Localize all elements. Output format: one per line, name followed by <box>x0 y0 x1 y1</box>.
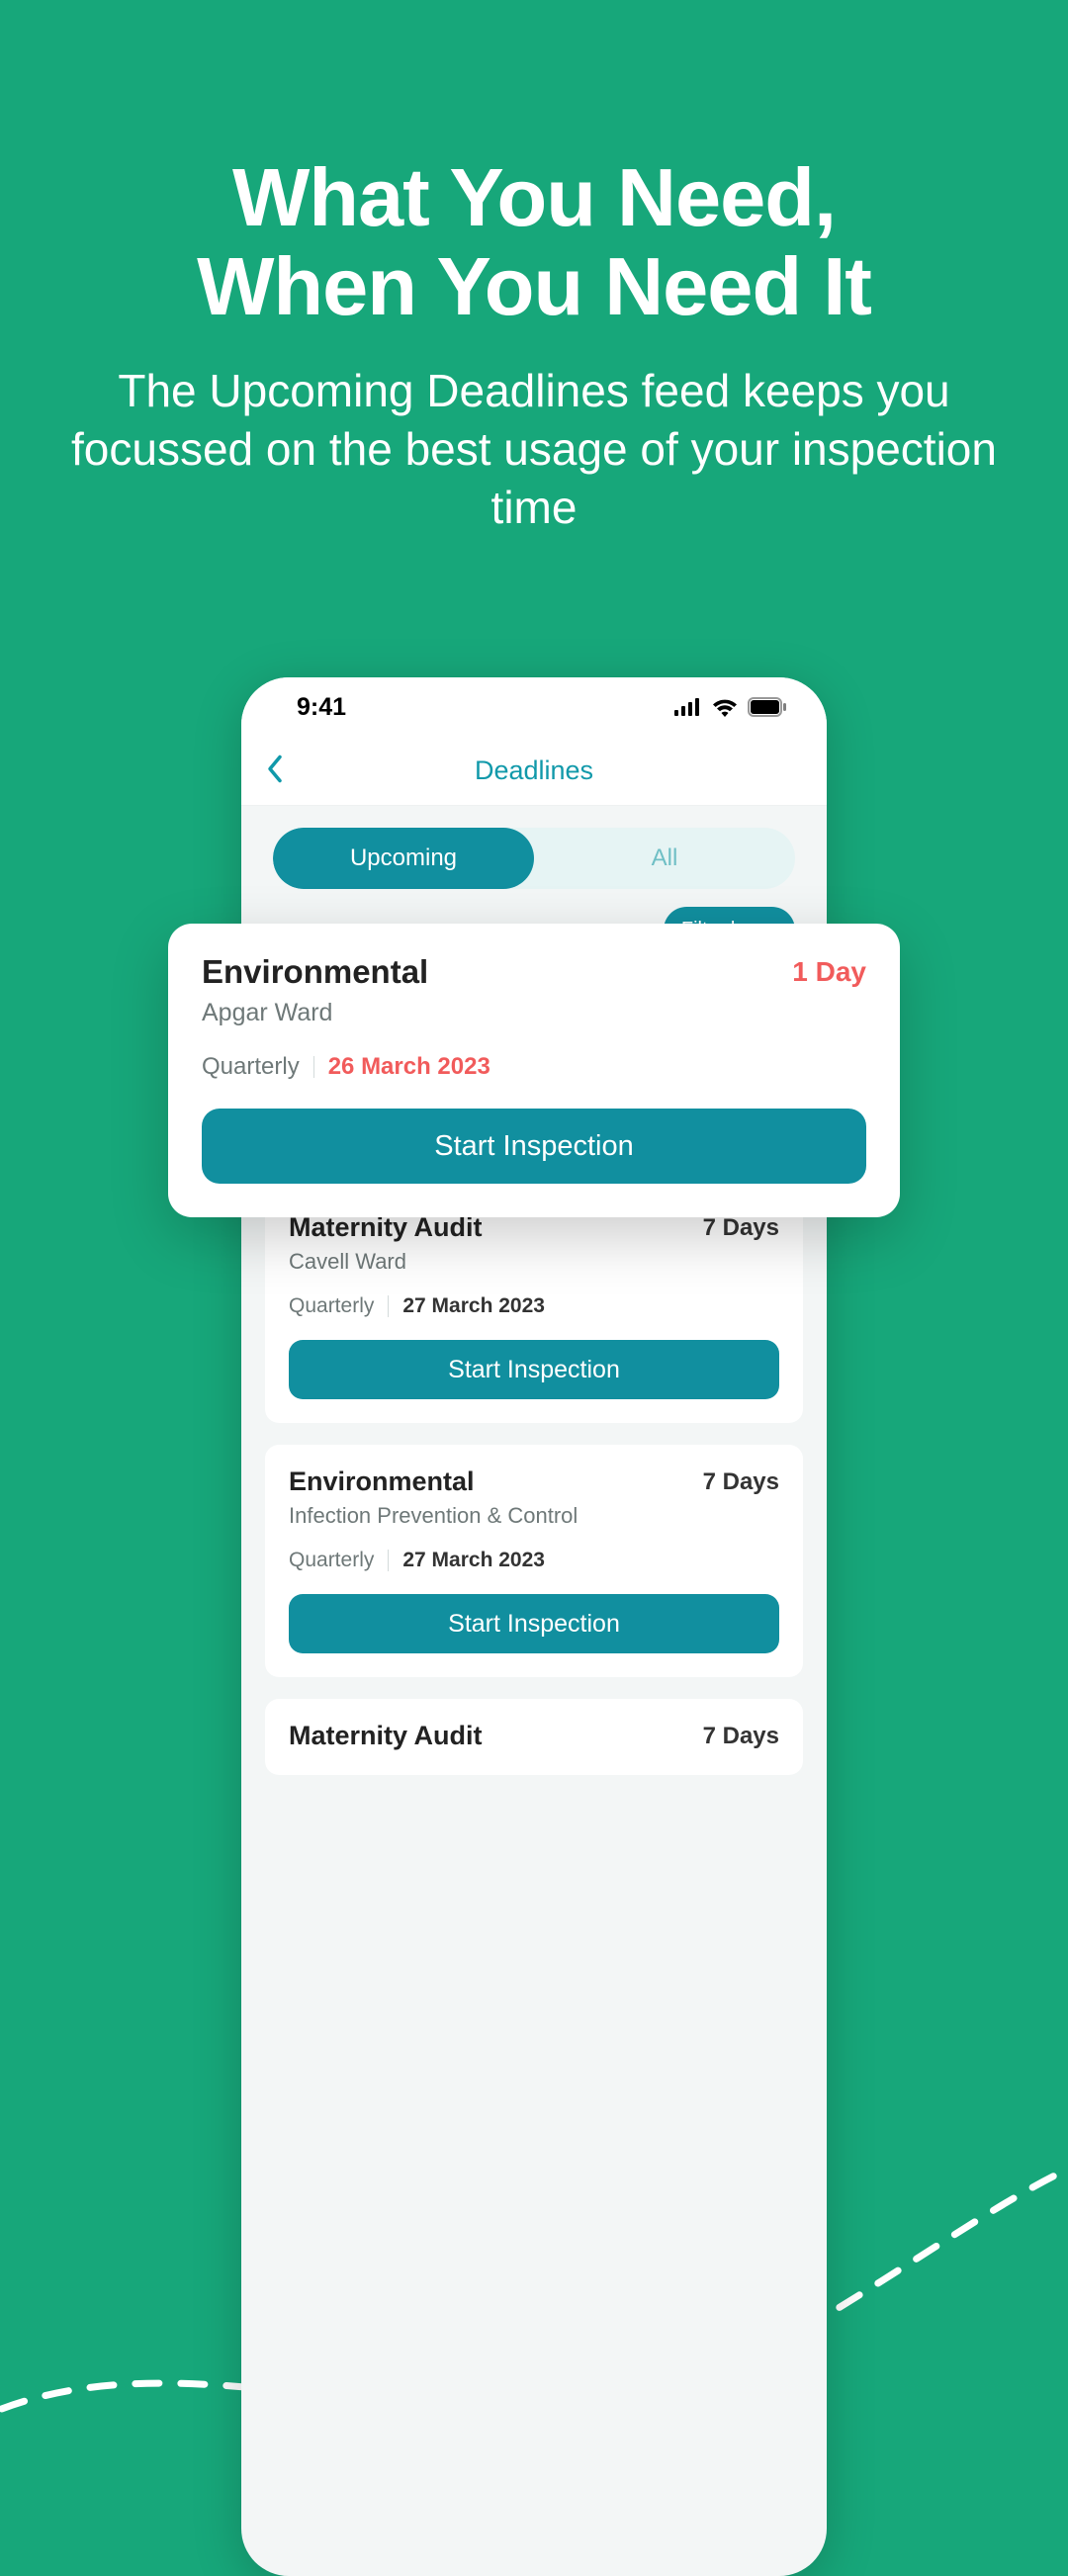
deadline-card-highlighted: Environmental 1 Day Apgar Ward Quarterly… <box>168 924 900 1217</box>
meta-divider <box>313 1056 314 1078</box>
start-inspection-button[interactable]: Start Inspection <box>289 1340 779 1399</box>
card-meta: Quarterly 26 March 2023 <box>202 1053 866 1081</box>
start-inspection-label: Start Inspection <box>448 1610 620 1639</box>
card-days-remaining: 7 Days <box>703 1723 779 1750</box>
start-inspection-label: Start Inspection <box>448 1356 620 1384</box>
chevron-left-icon <box>265 754 283 783</box>
deadline-card: Environmental 7 Days Infection Preventio… <box>265 1445 803 1677</box>
deadline-card: Maternity Audit 7 Days <box>265 1699 803 1775</box>
back-button[interactable] <box>265 754 283 788</box>
cellular-icon <box>674 698 702 716</box>
card-date: 27 March 2023 <box>402 1549 545 1572</box>
start-inspection-button[interactable]: Start Inspection <box>202 1109 866 1184</box>
card-subtitle: Infection Prevention & Control <box>289 1503 779 1529</box>
card-subtitle: Cavell Ward <box>289 1249 779 1275</box>
card-meta: Quarterly 27 March 2023 <box>289 1294 779 1318</box>
card-days-remaining: 7 Days <box>703 1214 779 1242</box>
card-date: 26 March 2023 <box>328 1053 490 1081</box>
status-bar: 9:41 <box>241 677 827 737</box>
card-days-remaining: 1 Day <box>792 956 866 988</box>
card-date: 27 March 2023 <box>402 1294 545 1318</box>
status-time: 9:41 <box>297 693 346 722</box>
card-frequency: Quarterly <box>289 1294 374 1318</box>
card-title: Environmental <box>289 1466 475 1497</box>
card-meta: Quarterly 27 March 2023 <box>289 1549 779 1572</box>
meta-divider <box>388 1295 389 1317</box>
nav-bar: Deadlines <box>241 737 827 806</box>
deadline-card: Maternity Audit 7 Days Cavell Ward Quart… <box>265 1191 803 1423</box>
tab-all[interactable]: All <box>534 828 795 889</box>
card-frequency: Quarterly <box>202 1053 300 1081</box>
card-subtitle: Apgar Ward <box>202 999 866 1027</box>
card-frequency: Quarterly <box>289 1549 374 1572</box>
hero-title-line1: What You Need, <box>232 151 836 243</box>
tab-all-label: All <box>652 844 678 872</box>
start-inspection-button[interactable]: Start Inspection <box>289 1594 779 1653</box>
hero-title-line2: When You Need It <box>197 240 871 332</box>
card-days-remaining: 7 Days <box>703 1468 779 1496</box>
card-title: Maternity Audit <box>289 1721 483 1751</box>
card-title: Environmental <box>202 953 428 991</box>
meta-divider <box>388 1550 389 1571</box>
tab-upcoming[interactable]: Upcoming <box>273 828 534 889</box>
segmented-control: Upcoming All <box>241 806 827 907</box>
tab-upcoming-label: Upcoming <box>350 844 457 872</box>
battery-icon <box>748 697 787 717</box>
nav-title: Deadlines <box>475 755 593 786</box>
hero-subtitle: The Upcoming Deadlines feed keeps you fo… <box>0 362 1068 537</box>
wifi-icon <box>712 697 738 717</box>
start-inspection-label: Start Inspection <box>434 1130 634 1163</box>
hero-title: What You Need, When You Need It <box>0 153 1068 330</box>
